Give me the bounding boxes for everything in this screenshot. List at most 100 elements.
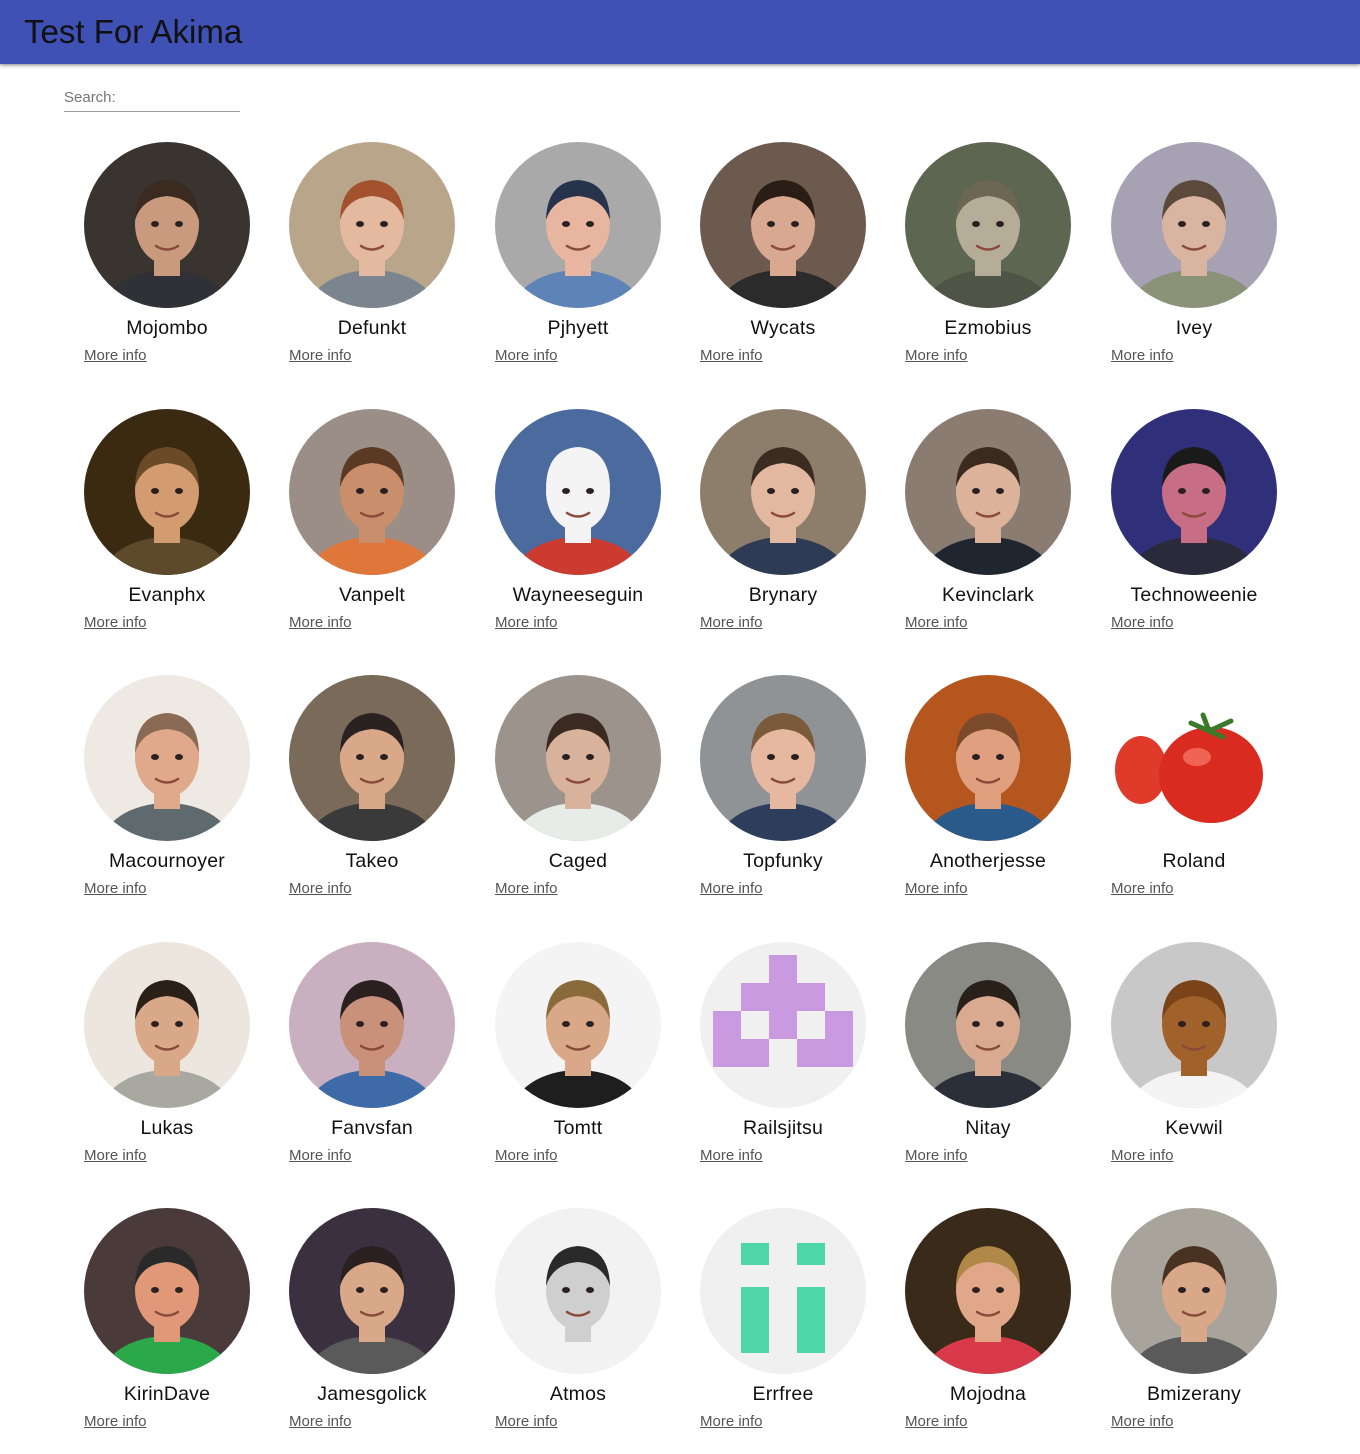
search-field[interactable] — [64, 84, 240, 112]
more-info-link[interactable]: More info — [1111, 613, 1174, 633]
avatar — [1111, 409, 1277, 575]
user-name: Errfree — [752, 1383, 814, 1405]
more-info-link[interactable]: More info — [84, 1412, 147, 1432]
user-card: KirinDave More info — [84, 1208, 250, 1448]
user-card: Roland More info — [1111, 675, 1277, 915]
more-info-link[interactable]: More info — [289, 1146, 352, 1166]
more-info-link[interactable]: More info — [84, 879, 147, 899]
user-card: Errfree More info — [700, 1208, 866, 1448]
more-info-link[interactable]: More info — [1111, 879, 1174, 899]
more-info-link[interactable]: More info — [905, 346, 968, 366]
user-card: Ezmobius More info — [905, 142, 1071, 382]
avatar — [495, 1208, 661, 1374]
avatar — [700, 1208, 866, 1374]
user-card: Evanphx More info — [84, 409, 250, 649]
avatar — [289, 409, 455, 575]
avatar — [289, 142, 455, 308]
user-card: Fanvsfan More info — [289, 942, 455, 1182]
app-title: Test For Akima — [24, 13, 243, 50]
more-info-link[interactable]: More info — [289, 879, 352, 899]
user-card: Kevinclark More info — [905, 409, 1071, 649]
more-info-link[interactable]: More info — [1111, 1146, 1174, 1166]
user-card: Takeo More info — [289, 675, 455, 915]
more-info-link[interactable]: More info — [495, 879, 558, 899]
user-name: Technoweenie — [1130, 584, 1258, 606]
more-info-link[interactable]: More info — [1111, 1412, 1174, 1432]
avatar — [84, 142, 250, 308]
more-info-link[interactable]: More info — [84, 613, 147, 633]
user-card: Brynary More info — [700, 409, 866, 649]
user-card: Ivey More info — [1111, 142, 1277, 382]
avatar — [700, 942, 866, 1108]
user-card: Nitay More info — [905, 942, 1071, 1182]
user-card: Macournoyer More info — [84, 675, 250, 915]
user-card: Tomtt More info — [495, 942, 661, 1182]
user-card: Atmos More info — [495, 1208, 661, 1448]
more-info-link[interactable]: More info — [700, 879, 763, 899]
user-name: Mojombo — [126, 317, 208, 339]
avatar — [84, 1208, 250, 1374]
user-name: Kevwil — [1165, 1117, 1223, 1139]
more-info-link[interactable]: More info — [905, 1146, 968, 1166]
user-card: Vanpelt More info — [289, 409, 455, 649]
avatar — [1111, 1208, 1277, 1374]
avatar — [495, 409, 661, 575]
search-input[interactable] — [64, 84, 240, 110]
more-info-link[interactable]: More info — [700, 1146, 763, 1166]
user-name: Pjhyett — [547, 317, 609, 339]
more-info-link[interactable]: More info — [289, 613, 352, 633]
avatar — [905, 142, 1071, 308]
user-card: Wycats More info — [700, 142, 866, 382]
avatar — [495, 142, 661, 308]
user-name: Bmizerany — [1147, 1383, 1241, 1405]
user-name: Atmos — [549, 1383, 607, 1405]
user-card: Anotherjesse More info — [905, 675, 1071, 915]
user-card: Jamesgolick More info — [289, 1208, 455, 1448]
more-info-link[interactable]: More info — [700, 346, 763, 366]
user-card: Technoweenie More info — [1111, 409, 1277, 649]
avatar — [495, 675, 661, 841]
avatar — [905, 1208, 1071, 1374]
more-info-link[interactable]: More info — [700, 613, 763, 633]
avatar — [289, 1208, 455, 1374]
user-name: Evanphx — [128, 584, 206, 606]
user-card: Kevwil More info — [1111, 942, 1277, 1182]
avatar — [905, 409, 1071, 575]
more-info-link[interactable]: More info — [495, 1412, 558, 1432]
user-name: Roland — [1162, 850, 1226, 872]
more-info-link[interactable]: More info — [1111, 346, 1174, 366]
avatar — [84, 942, 250, 1108]
more-info-link[interactable]: More info — [700, 1412, 763, 1432]
more-info-link[interactable]: More info — [495, 1146, 558, 1166]
avatar — [700, 409, 866, 575]
user-name: Anotherjesse — [929, 850, 1047, 872]
more-info-link[interactable]: More info — [905, 879, 968, 899]
user-name: Nitay — [965, 1117, 1011, 1139]
avatar — [289, 675, 455, 841]
user-name: Defunkt — [337, 317, 407, 339]
more-info-link[interactable]: More info — [905, 613, 968, 633]
more-info-link[interactable]: More info — [495, 613, 558, 633]
avatar — [1111, 675, 1277, 841]
avatar — [1111, 142, 1277, 308]
user-name: Ivey — [1175, 317, 1213, 339]
user-name: Railsjitsu — [742, 1117, 824, 1139]
user-name: KirinDave — [123, 1383, 211, 1405]
more-info-link[interactable]: More info — [289, 346, 352, 366]
user-card: Wayneeseguin More info — [495, 409, 661, 649]
more-info-link[interactable]: More info — [905, 1412, 968, 1432]
user-name: Lukas — [140, 1117, 194, 1139]
more-info-link[interactable]: More info — [495, 346, 558, 366]
avatar — [905, 942, 1071, 1108]
user-name: Ezmobius — [944, 317, 1032, 339]
avatar — [84, 675, 250, 841]
user-card: Pjhyett More info — [495, 142, 661, 382]
user-card: Lukas More info — [84, 942, 250, 1182]
more-info-link[interactable]: More info — [84, 346, 147, 366]
user-card: Railsjitsu More info — [700, 942, 866, 1182]
more-info-link[interactable]: More info — [289, 1412, 352, 1432]
avatar — [905, 675, 1071, 841]
avatar — [289, 942, 455, 1108]
more-info-link[interactable]: More info — [84, 1146, 147, 1166]
user-card: Caged More info — [495, 675, 661, 915]
